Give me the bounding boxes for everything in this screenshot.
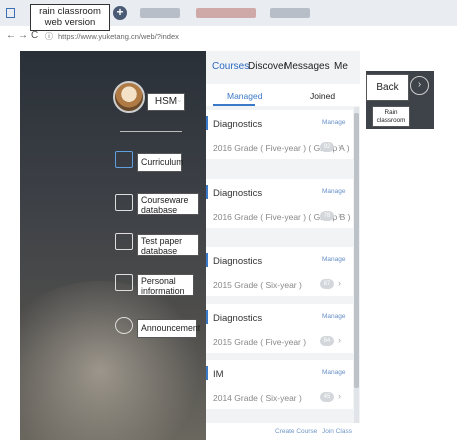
join-class-link[interactable]: Join Class — [322, 428, 352, 435]
book-icon — [115, 151, 133, 168]
tab-messages[interactable]: Messages — [284, 61, 330, 72]
document-icon — [115, 233, 133, 250]
manage-link[interactable]: Manage — [322, 188, 346, 195]
app-window: HSM ⌄ Curriculum Courseware database Tes… — [20, 51, 360, 440]
manage-link[interactable]: Manage — [322, 313, 346, 320]
courses-panel: Courses Discover Messages Me Managed Joi… — [206, 51, 360, 440]
sidebar-item-announcement[interactable]: Announcement — [137, 319, 200, 338]
subtabs: Managed Joined — [206, 84, 360, 106]
count-badge: 87 — [320, 279, 334, 289]
chevron-right-icon: › — [338, 141, 341, 151]
divider — [120, 131, 182, 132]
course-card[interactable]: Diagnostics Manage 2015 Grade ( Five-yea… — [206, 304, 353, 353]
avatar[interactable] — [113, 81, 145, 113]
presentation-icon — [115, 194, 133, 211]
accent-bar — [206, 116, 208, 130]
chevron-right-icon: › — [338, 278, 341, 288]
manage-link[interactable]: Manage — [322, 369, 346, 376]
chevron-right-icon: › — [338, 335, 341, 345]
manage-link[interactable]: Manage — [322, 256, 346, 263]
background-glow — [20, 281, 210, 440]
accent-bar — [206, 185, 208, 199]
count-badge: 45 — [320, 392, 334, 402]
tab-me[interactable]: Me — [334, 61, 348, 72]
accent-bar — [206, 310, 208, 324]
reload-icon[interactable]: C — [31, 30, 38, 41]
accent-bar — [206, 253, 208, 267]
count-badge: 78 — [320, 211, 334, 221]
back-button[interactable]: Back — [366, 74, 409, 101]
browser-tab[interactable]: rain classroom web version — [30, 4, 110, 31]
chevron-down-icon[interactable]: ⌄ — [176, 95, 183, 104]
new-tab-icon[interactable]: + — [113, 6, 127, 20]
scrollbar-thumb[interactable] — [354, 113, 359, 388]
tab-discover[interactable]: Discover — [248, 61, 287, 72]
rain-classroom-label[interactable]: Rain classroom — [372, 106, 410, 127]
sidebar-item-test-paper-database[interactable]: Test paper database — [137, 234, 199, 256]
course-card[interactable]: Diagnostics Manage 2016 Grade ( Five-yea… — [206, 110, 353, 159]
sidebar-item-curriculum[interactable]: Curriculum — [137, 153, 184, 172]
blurred-tab[interactable] — [196, 8, 256, 18]
chevron-right-icon: › — [338, 391, 341, 401]
course-subtitle: 2014 Grade ( Six-year ) — [213, 393, 302, 403]
back-arrow-icon[interactable]: ← — [6, 30, 16, 41]
subtab-joined[interactable]: Joined — [310, 91, 335, 101]
course-subtitle: 2015 Grade ( Six-year ) — [213, 280, 302, 290]
subtab-managed[interactable]: Managed — [227, 91, 262, 101]
count-badge: 84 — [320, 336, 334, 346]
sidebar-item-personal-information[interactable]: Personal information — [137, 274, 194, 296]
course-title: Diagnostics — [213, 256, 263, 267]
tab-courses[interactable]: Courses — [212, 61, 249, 72]
count-badge: 92 — [320, 142, 334, 152]
top-nav: Courses Discover Messages Me — [206, 61, 360, 81]
create-course-link[interactable]: Create Course — [275, 428, 317, 435]
chevron-right-icon[interactable]: › — [410, 76, 429, 95]
blurred-tab[interactable] — [140, 8, 180, 18]
manage-link[interactable]: Manage — [322, 119, 346, 126]
url-field[interactable]: https://www.yuketang.cn/web/?index — [58, 32, 179, 41]
course-subtitle: 2015 Grade ( Five-year ) — [213, 337, 307, 347]
blurred-tab[interactable] — [270, 8, 310, 18]
person-card-icon — [115, 274, 133, 291]
sidebar-item-courseware-database[interactable]: Courseware database — [137, 193, 199, 215]
globe-icon — [115, 317, 133, 334]
course-card[interactable]: IM Manage 2014 Grade ( Six-year ) 45 › — [206, 360, 353, 409]
panel-footer: Create Course Join Class — [206, 423, 360, 440]
course-title: Diagnostics — [213, 188, 263, 199]
active-tab-underline — [213, 104, 255, 106]
course-title: IM — [213, 369, 224, 380]
course-card[interactable]: Diagnostics Manage 2015 Grade ( Six-year… — [206, 247, 353, 296]
course-title: Diagnostics — [213, 313, 263, 324]
chevron-right-icon: › — [338, 210, 341, 220]
course-card[interactable]: Diagnostics Manage 2016 Grade ( Five-yea… — [206, 179, 353, 228]
browser-tab-bar: rain classroom web version ✕ + — [0, 0, 457, 31]
sidebar-toggle-icon[interactable] — [6, 8, 15, 18]
forward-arrow-icon[interactable]: → — [18, 30, 28, 41]
course-title: Diagnostics — [213, 119, 263, 130]
info-icon: ⓘ — [45, 32, 53, 41]
accent-bar — [206, 366, 208, 380]
